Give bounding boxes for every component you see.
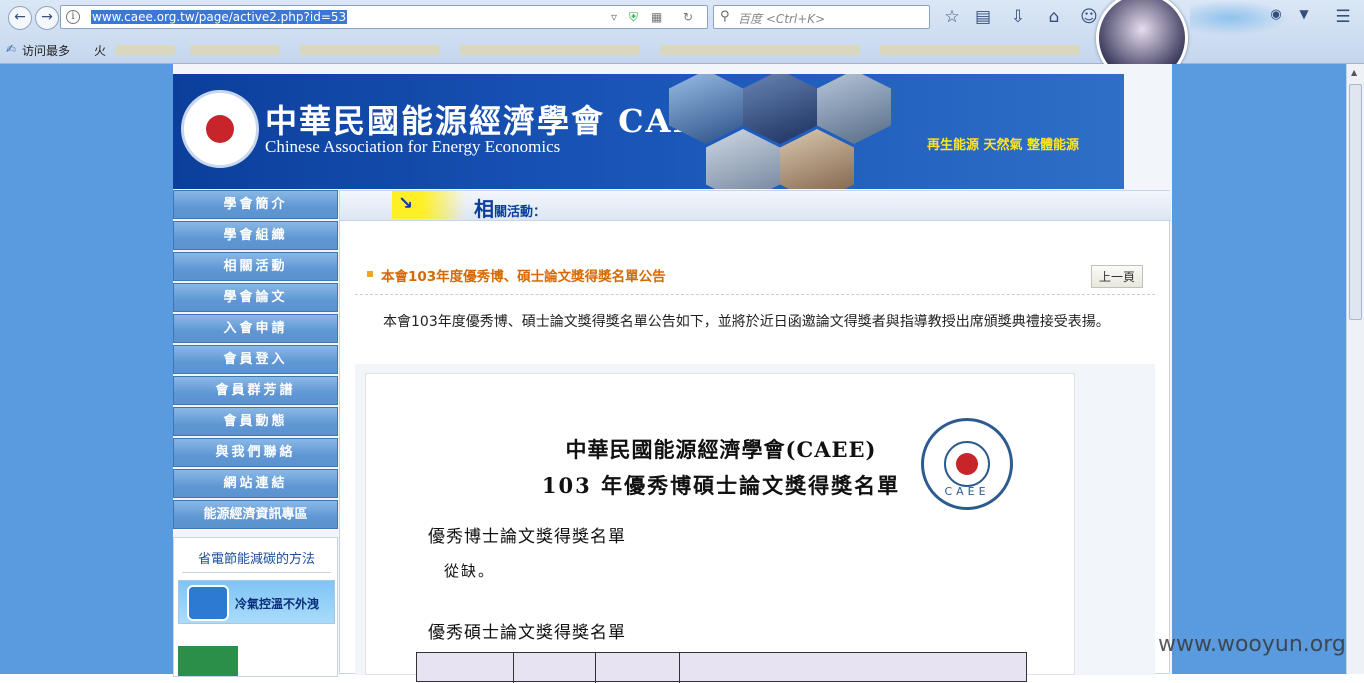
download-icon[interactable]: ⇩	[1007, 7, 1029, 27]
shield-icon[interactable]: ⛨	[629, 10, 638, 25]
blurred-bookmark	[115, 45, 175, 55]
master-award-table	[416, 652, 1027, 683]
tip-title: 省電節能減碳的方法	[197, 552, 315, 567]
menu-icon[interactable]: ☰	[1332, 7, 1354, 27]
address-bar[interactable]: i www.caee.org.tw/page/active2.php?id=53…	[60, 5, 708, 29]
search-bar[interactable]: ⚲ 百度 <Ctrl+K>	[713, 5, 930, 29]
main-content: 相關活動： 本會103年度優秀博、碩士論文獎得獎名單公告 上一頁 本會103年度…	[339, 190, 1171, 683]
section-header: 相關活動：	[340, 191, 1171, 221]
caee-logo	[181, 90, 259, 168]
back-page-button[interactable]: 上一頁	[1090, 265, 1143, 288]
section-title-rest: 關活動：	[494, 205, 547, 220]
info-icon[interactable]: i	[66, 10, 80, 24]
blurred-bookmark	[460, 45, 640, 55]
seal-emblem	[944, 441, 990, 487]
blurred-bookmark	[880, 45, 1080, 55]
table-divider	[595, 653, 596, 683]
site-title-en: Chinese Association for Energy Economics	[265, 137, 561, 156]
star-icon[interactable]: ☆	[941, 7, 963, 27]
master-award-title: 優秀碩士論文獎得獎名單	[428, 623, 626, 643]
table-divider	[679, 653, 680, 683]
sidebar-nav: 學會簡介 學會組織 相關活動 學會論文 入會申請 會員登入 會員群芳譜 會員動態…	[173, 190, 338, 677]
dropdown-icon[interactable]: ▿	[611, 10, 617, 24]
seal-label: CAEE	[944, 485, 990, 498]
home-icon[interactable]: ⌂	[1043, 7, 1065, 27]
reading-list-icon[interactable]: ▤	[972, 7, 994, 27]
arrow-icon	[392, 191, 422, 219]
smiley-icon[interactable]: ☺	[1078, 7, 1100, 27]
blurred-bookmark	[300, 45, 440, 55]
article-header: 本會103年度優秀博、碩士論文獎得獎名單公告 上一頁	[355, 251, 1155, 295]
search-placeholder: 百度 <Ctrl+K>	[738, 12, 826, 26]
section-title: 相關活動：	[474, 193, 546, 222]
solar-panel-image	[743, 74, 817, 144]
scrollbar-thumb[interactable]	[1349, 84, 1362, 320]
sidebar-item-contact[interactable]: 與我們聯絡	[173, 438, 338, 467]
bookmark-item[interactable]: 火	[94, 42, 106, 59]
sidebar-item-energy-info[interactable]: 能源經濟資訊專區	[173, 500, 338, 529]
addon-icon[interactable]: ◉	[1265, 7, 1287, 22]
caee-seal: CAEE	[921, 418, 1013, 510]
blurred-bookmark	[660, 45, 860, 55]
url-text[interactable]: www.caee.org.tw/page/active2.php?id=53	[91, 10, 348, 24]
bullet-icon	[367, 271, 373, 277]
tip-card-next[interactable]	[178, 646, 238, 676]
award-document: 中華民國能源經濟學會(CAEE) 103 年優秀博碩士論文獎得獎名單 CAEE …	[365, 373, 1075, 683]
sidebar-item-organization[interactable]: 學會組織	[173, 221, 338, 250]
scroll-up-icon[interactable]: ▲	[1351, 68, 1357, 77]
power-line-image	[817, 74, 891, 144]
energy-tip-panel: 省電節能減碳的方法 冷氣控溫不外洩	[173, 537, 338, 677]
sidebar-item-member-news[interactable]: 會員動態	[173, 407, 338, 436]
document-frame: 中華民國能源經濟學會(CAEE) 103 年優秀博碩士論文獎得獎名單 CAEE …	[355, 364, 1155, 683]
phd-award-value: 從缺。	[444, 562, 496, 580]
sidebar-item-activities[interactable]: 相關活動	[173, 252, 338, 281]
scrollbar[interactable]: ▲	[1346, 64, 1364, 674]
back-button[interactable]: ←	[8, 6, 32, 30]
site-banner: 中華民國能源經濟學會 CAEE Chinese Association for …	[173, 74, 1124, 189]
blurred-bookmark	[190, 45, 280, 55]
chevron-down-icon[interactable]: ▼	[1293, 7, 1315, 21]
article-title: 本會103年度優秀博、碩士論文獎得獎名單公告	[381, 269, 666, 285]
article-intro: 本會103年度優秀博、碩士論文獎得獎名單公告如下，並將於近日函邀論文得獎者與指導…	[383, 314, 1110, 330]
reload-icon[interactable]: ↻	[683, 10, 693, 24]
bookmark-folder-icon: ✍	[6, 42, 17, 56]
sidebar-item-login[interactable]: 會員登入	[173, 345, 338, 374]
tip-card[interactable]: 冷氣控溫不外洩	[178, 580, 335, 624]
site-slogan: 再生能源 天然氣 整體能源	[927, 138, 1080, 153]
article: 本會103年度優秀博、碩士論文獎得獎名單公告 上一頁 本會103年度優秀博、碩士…	[355, 251, 1155, 683]
sidebar-item-links[interactable]: 網站連結	[173, 469, 338, 498]
sidebar-item-members[interactable]: 會員群芳譜	[173, 376, 338, 405]
site-container: 中華民國能源經濟學會 CAEE Chinese Association for …	[173, 64, 1172, 683]
divider	[182, 572, 331, 573]
forward-button[interactable]: →	[35, 6, 59, 30]
phd-award-title: 優秀博士論文獎得獎名單	[428, 527, 626, 547]
watermark: www.wooyun.org	[1158, 632, 1346, 657]
sidebar-item-about[interactable]: 學會簡介	[173, 190, 338, 219]
sidebar-item-papers[interactable]: 學會論文	[173, 283, 338, 312]
header-decoration	[422, 191, 466, 219]
table-divider	[513, 653, 514, 683]
section-title-big: 相	[474, 197, 494, 221]
bookmark-most-visited[interactable]: 访问最多	[22, 42, 70, 59]
tip-card-label: 冷氣控溫不外洩	[235, 597, 320, 611]
site-title-zh: 中華民國能源經濟學會 CAEE	[265, 102, 726, 140]
air-conditioner-icon	[187, 585, 229, 621]
qrcode-icon[interactable]: ▦	[651, 10, 662, 24]
sidebar-item-join[interactable]: 入會申請	[173, 314, 338, 343]
browser-chrome: ← → i www.caee.org.tw/page/active2.php?i…	[0, 0, 1364, 84]
search-icon: ⚲	[720, 9, 730, 24]
